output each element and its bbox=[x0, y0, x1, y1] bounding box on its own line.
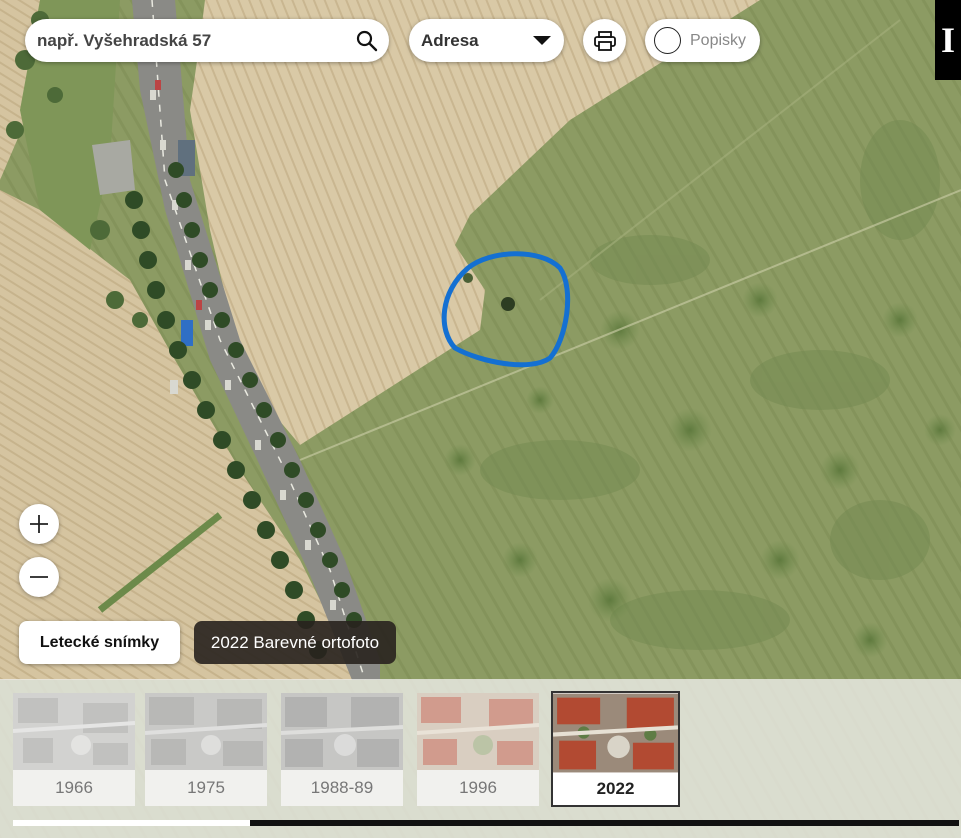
zoom-in-button[interactable] bbox=[19, 504, 59, 544]
chevron-down-icon bbox=[533, 36, 551, 45]
timeline-panel: 1966 1975 1988-89 1996 2022 bbox=[0, 679, 961, 838]
minus-icon bbox=[30, 576, 48, 578]
active-layer-tooltip: 2022 Barevné ortofoto bbox=[194, 621, 396, 664]
timeline-year-label: 1996 bbox=[459, 778, 497, 797]
search-icon bbox=[356, 30, 378, 51]
timeline-year-label: 1975 bbox=[187, 778, 225, 797]
timeline-year-label: 2022 bbox=[596, 779, 635, 798]
labels-toggle[interactable]: Popisky bbox=[645, 19, 760, 62]
thumbnail-image bbox=[417, 693, 539, 770]
timeline-year-label: 1988-89 bbox=[310, 778, 374, 797]
timeline-year-label: 1966 bbox=[55, 778, 93, 797]
labels-toggle-label: Popisky bbox=[690, 31, 747, 49]
aerial-images-button[interactable]: Letecké snímky bbox=[19, 621, 180, 664]
search-mode-value: Adresa bbox=[421, 30, 479, 50]
zoom-out-button[interactable] bbox=[19, 557, 59, 597]
timeline-scrollbar-thumb[interactable] bbox=[13, 820, 250, 826]
print-button[interactable] bbox=[583, 19, 626, 62]
labels-radio[interactable] bbox=[654, 27, 681, 54]
search-input[interactable] bbox=[25, 19, 345, 62]
info-button[interactable]: I bbox=[935, 0, 961, 80]
search-mode-select[interactable]: Adresa bbox=[409, 19, 564, 62]
timeline-scrollbar[interactable] bbox=[13, 820, 959, 826]
search-button[interactable] bbox=[345, 19, 389, 62]
timeline-item-1966[interactable]: 1966 bbox=[13, 693, 135, 806]
plus-icon bbox=[30, 515, 48, 533]
thumbnail-image bbox=[281, 693, 403, 770]
timeline-item-1988-89[interactable]: 1988-89 bbox=[281, 693, 403, 806]
timeline-item-1996[interactable]: 1996 bbox=[417, 693, 539, 806]
search-box bbox=[25, 19, 389, 62]
thumbnail-image bbox=[553, 693, 678, 773]
thumbnail-image bbox=[145, 693, 267, 770]
timeline-item-2022[interactable]: 2022 bbox=[551, 691, 680, 807]
printer-icon bbox=[593, 30, 616, 51]
thumbnail-image bbox=[13, 693, 135, 770]
timeline-item-1975[interactable]: 1975 bbox=[145, 693, 267, 806]
